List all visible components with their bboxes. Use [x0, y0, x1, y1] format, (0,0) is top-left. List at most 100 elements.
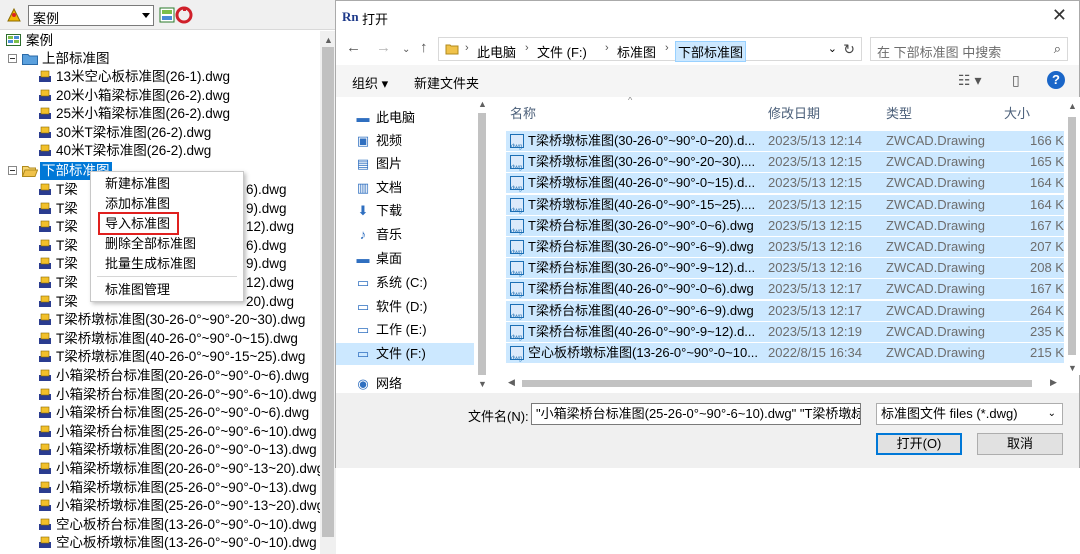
tree-item[interactable]: 空心板桥墩标准图(13-26-0°~90°-0~10).dwg	[38, 534, 320, 552]
file-row[interactable]: T梁桥台标准图(40-26-0°~90°-6~9).dwg 2023/5/13 1…	[506, 300, 1064, 327]
nav-item[interactable]: ♪ 音乐	[356, 224, 402, 246]
file-list-hscroll[interactable]: ◀ ▶	[504, 375, 1064, 391]
column-size[interactable]: 大小	[1004, 103, 1030, 122]
file-row[interactable]: T梁桥墩标准图(30-26-0°~90°-0~20).d... 2023/5/13…	[506, 131, 1064, 157]
nav-item[interactable]: ▬ 此电脑	[356, 107, 416, 129]
scroll-left-icon[interactable]: ◀	[508, 377, 515, 388]
collapse-icon[interactable]	[8, 166, 17, 175]
tree-item[interactable]: 小箱梁桥墩标准图(25-26-0°~90°-13~20).dwg	[38, 497, 324, 515]
refresh-icon[interactable]	[175, 6, 193, 24]
collapse-icon[interactable]	[8, 54, 17, 63]
tree-item[interactable]: 小箱梁桥墩标准图(20-26-0°~90°-0~13).dwg	[38, 441, 320, 459]
tree-item[interactable]: 空心板桥台标准图(13-26-0°~90°-0~10).dwg	[38, 516, 320, 534]
file-row[interactable]: T梁桥台标准图(40-26-0°~90°-9~12).d... 2023/5/13…	[506, 321, 1064, 348]
grid-icon[interactable]	[158, 6, 176, 24]
tree-scrollbar[interactable]: ▲	[320, 31, 336, 554]
menu-batch-generate[interactable]: 批量生成标准图	[105, 254, 196, 274]
nav-item[interactable]: ▬ 桌面	[356, 248, 403, 270]
up-arrow-icon[interactable]: ↑	[420, 39, 428, 56]
close-icon[interactable]: ✕	[1052, 5, 1067, 26]
forward-arrow-icon[interactable]: →	[376, 39, 391, 56]
tree-item[interactable]: 小箱梁桥台标准图(20-26-0°~90°-0~6).dwg	[38, 367, 320, 385]
tree-item[interactable]: 小箱梁桥台标准图(25-26-0°~90°-6~10).dwg	[38, 423, 320, 441]
nav-item[interactable]: ▭ 系统 (C:)	[356, 272, 427, 294]
tree-item[interactable]: 40米T梁标准图(26-2).dwg	[38, 142, 268, 160]
breadcrumb-drive-f[interactable]: 文件 (F:)	[537, 42, 587, 61]
nav-item[interactable]: ▣ 视频	[356, 130, 402, 152]
scroll-thumb[interactable]	[478, 113, 486, 375]
nav-item-label: 桌面	[376, 251, 403, 266]
tree-item[interactable]: 小箱梁桥台标准图(20-26-0°~90°-6~10).dwg	[38, 386, 320, 404]
chevron-down-icon[interactable]: ⌄	[828, 42, 837, 55]
file-row[interactable]: T梁桥台标准图(30-26-0°~90°-0~6).dwg 2023/5/13 1…	[506, 215, 1064, 242]
tree-item[interactable]: 小箱梁桥墩标准图(20-26-0°~90°-13~20).dwg	[38, 460, 324, 478]
tree-item[interactable]: T梁桥墩标准图(40-26-0°~90°-0~15).dwg	[38, 330, 320, 348]
nav-item[interactable]: ◉ 网络	[356, 373, 402, 395]
nav-item[interactable]: ▭ 工作 (E:)	[356, 319, 427, 341]
file-row[interactable]: T梁桥墩标准图(40-26-0°~90°-0~15).d... 2023/5/13…	[506, 173, 1064, 199]
recent-chevron-icon[interactable]: ⌄	[402, 44, 410, 55]
nav-item[interactable]: ▭ 文件 (F:)	[336, 343, 474, 365]
scroll-down-icon[interactable]: ▼	[1068, 363, 1077, 373]
file-row[interactable]: T梁桥台标准图(30-26-0°~90°-6~9).dwg 2023/5/13 1…	[506, 237, 1064, 263]
menu-add-standard-drawing[interactable]: 添加标准图	[105, 194, 170, 214]
breadcrumb-standard-drawings[interactable]: 标准图	[617, 42, 656, 61]
nav-item[interactable]: ▥ 文档	[356, 177, 402, 199]
file-row[interactable]: 空心板桥墩标准图(13-26-0°~90°-0~10... 2022/8/15 1…	[506, 343, 1064, 369]
menu-delete-all-standard-drawings[interactable]: 删除全部标准图	[105, 234, 196, 254]
menu-manage-standard-drawings[interactable]: 标准图管理	[105, 280, 170, 300]
chevron-down-icon[interactable]: ⌄	[849, 410, 857, 421]
help-icon[interactable]: ?	[1047, 71, 1065, 89]
new-folder-button[interactable]: 新建文件夹	[414, 73, 479, 92]
filename-input[interactable]: "小箱梁桥台标准图(25-26-0°~90°-6~10).dwg" "T梁桥墩标	[531, 403, 861, 425]
refresh-icon[interactable]: ↻	[843, 41, 855, 58]
column-name[interactable]: 名称	[510, 103, 536, 122]
file-row[interactable]: T梁桥墩标准图(30-26-0°~90°-20~30).... 2023/5/13…	[506, 152, 1064, 178]
tree-item[interactable]: T梁桥墩标准图(40-26-0°~90°-15~25).dwg	[38, 348, 320, 366]
tree-item[interactable]: 30米T梁标准图(26-2).dwg	[38, 124, 268, 142]
tree-item[interactable]: 20米小箱梁标准图(26-2).dwg	[38, 87, 268, 105]
file-row[interactable]: T梁桥台标准图(40-26-0°~90°-0~6).dwg 2023/5/13 1…	[506, 279, 1064, 305]
scroll-down-icon[interactable]: ▼	[478, 379, 487, 389]
scroll-right-icon[interactable]: ▶	[1050, 377, 1057, 388]
pin-icon[interactable]	[5, 6, 23, 24]
preview-pane-icon[interactable]: ▯	[1012, 72, 1020, 89]
scroll-thumb[interactable]	[522, 380, 1032, 387]
nav-scrollbar[interactable]: ▲ ▼	[474, 97, 490, 393]
case-combo[interactable]: 案例	[28, 5, 154, 26]
tree-root[interactable]: 案例	[4, 32, 124, 50]
column-date[interactable]: 修改日期	[768, 103, 820, 122]
tree-group-label: 上部标准图	[42, 51, 110, 66]
nav-item[interactable]: ⬇ 下载	[356, 200, 402, 222]
filetype-select[interactable]: 标准图文件 files (*.dwg) ⌄	[876, 403, 1063, 425]
scroll-up-icon[interactable]: ▲	[478, 99, 487, 109]
file-row[interactable]: T梁桥台标准图(30-26-0°~90°-9~12).d... 2023/5/13…	[506, 258, 1064, 284]
organize-button[interactable]: 组织 ▾	[352, 73, 388, 92]
search-box[interactable]: 在 下部标准图 中搜索 ⌕	[870, 37, 1068, 61]
file-row[interactable]: T梁桥墩标准图(40-26-0°~90°-15~25).... 2023/5/13…	[506, 194, 1064, 221]
menu-new-standard-drawing[interactable]: 新建标准图	[105, 174, 170, 194]
tree-item[interactable]: 13米空心板标准图(26-1).dwg	[38, 68, 268, 86]
nav-item[interactable]: ▤ 图片	[356, 153, 402, 175]
cancel-button[interactable]: 取消	[977, 433, 1063, 455]
tree-item[interactable]: T梁桥墩标准图(30-26-0°~90°-20~30).dwg	[38, 311, 320, 329]
file-list-vscroll[interactable]: ▲ ▼	[1064, 97, 1080, 375]
nav-item[interactable]: ▭ 软件 (D:)	[356, 296, 427, 318]
tree-group-upper[interactable]: 上部标准图	[4, 50, 144, 68]
scroll-thumb[interactable]	[1068, 117, 1076, 355]
tree-item[interactable]: 小箱梁桥墩标准图(25-26-0°~90°-0~13).dwg	[38, 479, 320, 497]
scroll-thumb[interactable]	[322, 47, 334, 537]
scroll-up-icon[interactable]: ▲	[1068, 101, 1077, 111]
breadcrumb-this-pc[interactable]: 此电脑	[477, 42, 516, 61]
breadcrumb-lower-standard-drawings[interactable]: 下部标准图	[675, 41, 747, 62]
file-type: ZWCAD.Drawing	[886, 323, 985, 339]
address-bar[interactable]: › 此电脑 › 文件 (F:) › 标准图 › 下部标准图 ⌄ ↻	[438, 37, 862, 62]
tree-item[interactable]: 小箱梁桥台标准图(25-26-0°~90°-0~6).dwg	[38, 404, 320, 422]
scroll-up-icon[interactable]: ▲	[324, 35, 333, 45]
tree-item[interactable]: 25米小箱梁标准图(26-2).dwg	[38, 105, 268, 123]
column-type[interactable]: 类型	[886, 103, 912, 122]
back-arrow-icon[interactable]: ←	[346, 39, 361, 56]
view-options-icon[interactable]: ☷ ▾	[958, 72, 981, 89]
file-date: 2023/5/13 12:15	[768, 217, 862, 233]
open-button[interactable]: 打开(O)	[876, 433, 962, 455]
